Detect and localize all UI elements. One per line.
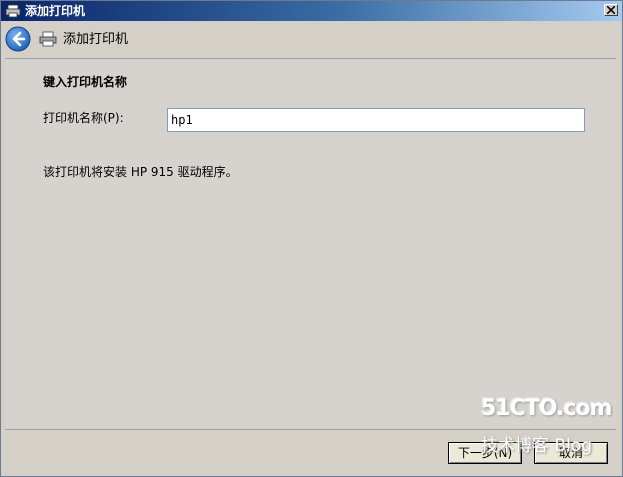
navigation-bar: 添加打印机 — [1, 21, 622, 57]
window-title: 添加打印机 — [25, 4, 86, 18]
wizard-content: 键入打印机名称 打印机名称(P): 该打印机将安装 HP 915 驱动程序。 5… — [5, 58, 616, 430]
printer-icon — [39, 31, 57, 47]
wizard-footer: 下一步(N) 取消 技术博客 Blog — [1, 430, 622, 476]
close-icon — [607, 6, 615, 14]
add-printer-dialog: 添加打印机 添加打印机 键入打印机名称 打印机名称(P): hp1 该打印机将安… — [0, 0, 623, 477]
next-button[interactable]: 下一步(N) — [448, 442, 522, 464]
back-arrow-icon — [5, 26, 31, 52]
printer-icon — [5, 4, 21, 18]
back-button[interactable] — [5, 26, 31, 52]
watermark-logo: 51CTO.com — [481, 396, 612, 421]
title-bar[interactable]: 添加打印机 — [1, 1, 622, 21]
printer-name-label: 打印机名称(P): — [43, 111, 124, 125]
printer-name-input[interactable] — [167, 108, 585, 132]
driver-note: 该打印机将安装 HP 915 驱动程序。 — [43, 165, 238, 179]
page-heading: 键入打印机名称 — [43, 75, 128, 89]
close-button[interactable] — [604, 4, 618, 16]
cancel-button[interactable]: 取消 — [534, 442, 608, 464]
wizard-title: 添加打印机 — [63, 32, 129, 47]
